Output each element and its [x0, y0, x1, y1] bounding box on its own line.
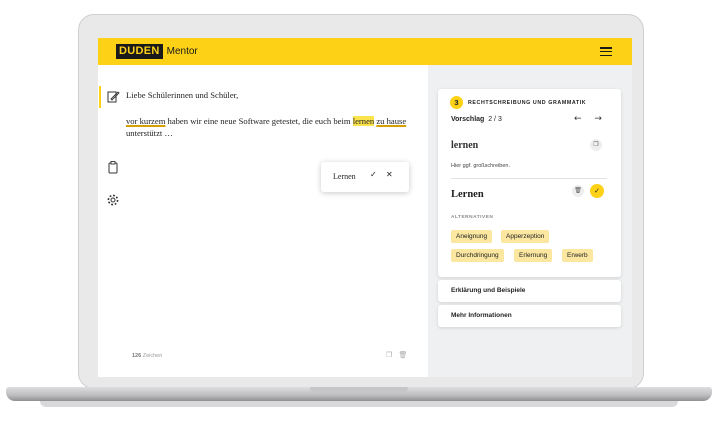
accept-check-icon[interactable]: ✓ — [590, 184, 604, 198]
laptop-notch — [310, 387, 408, 393]
suggestion-panel: 3 RECHTSCHREIBUNG UND GRAMMATIK Vorschla… — [428, 65, 632, 377]
hint-text: Hier ggf. großschreiben. — [451, 163, 510, 169]
settings-gear-icon[interactable] — [106, 193, 120, 207]
suggestion-navigation: ← → — [574, 114, 602, 124]
popup-suggestion[interactable]: Lernen — [333, 172, 356, 181]
divider — [451, 178, 607, 179]
copy-icon[interactable]: ❐ — [386, 351, 392, 359]
paragraph-text-3: unterstützt … — [126, 127, 174, 138]
logo-brand: DUDEN — [116, 44, 163, 59]
alternative-chip[interactable]: Apperzeption — [501, 230, 550, 243]
vorschlag-position: 2 / 3 — [488, 116, 502, 123]
counter-number: 126 — [132, 353, 142, 359]
alternative-chip[interactable]: Durchdringung — [451, 249, 504, 262]
suggested-word[interactable]: Lernen — [451, 189, 484, 200]
tool-sidebar — [98, 65, 122, 377]
alternative-chip[interactable]: Erlernung — [514, 249, 553, 262]
more-info-link[interactable]: Mehr Informationen — [438, 305, 621, 327]
highlight-lernen[interactable]: lernen — [352, 116, 375, 126]
logo-product: Mentor — [166, 46, 198, 57]
clipboard-icon[interactable] — [106, 160, 120, 174]
counter-label: Zeichen — [141, 353, 163, 359]
greeting-line: Liebe Schülerinnen und Schüler, — [126, 90, 239, 100]
vorschlag-label: Vorschlag — [451, 116, 485, 123]
error-vor-kurzem[interactable]: vor kurzem — [126, 116, 165, 126]
more-info-link-label: Mehr Informationen — [451, 312, 512, 319]
arrow-right-icon[interactable]: → — [594, 114, 602, 124]
alternative-chip[interactable]: Erwerb — [562, 249, 593, 262]
suggestion-card: 3 RECHTSCHREIBUNG UND GRAMMATIK Vorschla… — [438, 89, 621, 277]
character-counter: 126 Zeichen — [132, 353, 162, 359]
alternative-chip[interactable]: Aneignung — [451, 230, 493, 243]
paragraph: vor kurzem haben wir eine neue Software … — [126, 116, 416, 139]
explanation-link-label: Erklärung und Beispiele — [451, 287, 526, 294]
close-icon[interactable]: ✕ — [386, 170, 393, 179]
suggestion-counter: Vorschlag 2 / 3 — [451, 116, 502, 123]
hamburger-menu-icon[interactable] — [600, 47, 612, 57]
correction-popup: Lernen ✓ ✕ — [321, 162, 409, 192]
arrow-left-icon[interactable]: ← — [574, 114, 582, 124]
edit-document-icon[interactable] — [99, 86, 120, 108]
error-count-badge: 3 — [450, 96, 463, 109]
text-editor[interactable]: Liebe Schülerinnen und Schüler, vor kurz… — [124, 65, 428, 377]
error-zu-hause[interactable]: zu hause — [376, 116, 406, 126]
explanation-link[interactable]: Erklärung und Beispiele — [438, 280, 621, 302]
copy-icon[interactable]: ❐ — [590, 139, 602, 151]
duden-logo[interactable]: DUDEN Mentor — [116, 44, 198, 59]
trash-icon[interactable]: 🗑 — [572, 185, 584, 197]
category-title: RECHTSCHREIBUNG UND GRAMMATIK — [468, 100, 587, 106]
app-screen: DUDEN Mentor Liebe Schülerinnen und Schü… — [98, 38, 632, 377]
check-icon[interactable]: ✓ — [370, 170, 377, 179]
editor-actions: ❐ 🗑 — [386, 351, 407, 359]
top-bar: DUDEN Mentor — [98, 38, 632, 65]
alternatives-label: ALTERNATIVEN — [451, 215, 494, 220]
laptop-shadow — [40, 401, 678, 407]
paragraph-text-1: haben wir eine neue Software getestet, d… — [165, 116, 353, 126]
original-word: lernen — [451, 140, 479, 151]
trash-icon[interactable]: 🗑 — [399, 351, 408, 359]
